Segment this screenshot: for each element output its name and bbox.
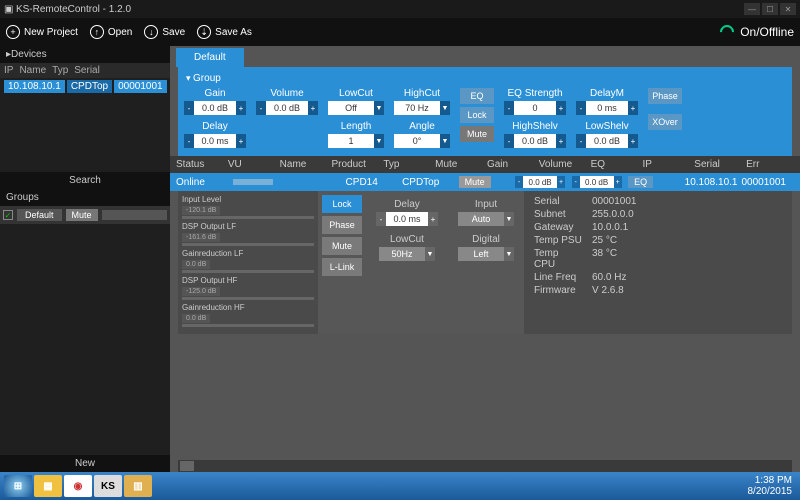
xover-button[interactable]: XOver	[648, 114, 682, 130]
devices-header[interactable]: ▸ Devices	[0, 46, 170, 63]
app-icon: ▣	[4, 4, 13, 15]
explorer-icon[interactable]: ▦	[34, 475, 62, 497]
device-columns: IPNameTypSerial	[0, 63, 170, 78]
connection-icon	[717, 22, 737, 42]
groups-header: Groups	[0, 189, 170, 206]
tab-default[interactable]: Default	[176, 48, 244, 67]
detail-lowcut-select[interactable]: 50Hz▼	[379, 247, 435, 261]
mute-button[interactable]: Mute	[460, 126, 494, 142]
meters: Input Level-120.1 dB DSP Output LF-161.6…	[178, 191, 318, 334]
lowshelv-spinner[interactable]: -0.0 dB+	[576, 134, 638, 148]
device-info: Serial00001001 Subnet255.0.0.0 Gateway10…	[524, 191, 647, 334]
row-gain-spinner[interactable]: -0.0 dB+	[515, 176, 565, 188]
max-button[interactable]: ☐	[762, 3, 778, 15]
clock[interactable]: 1:38 PM8/20/2015	[748, 475, 797, 497]
detail-digital-select[interactable]: Left▼	[458, 247, 514, 261]
delaym-spinner[interactable]: -0 ms+	[576, 101, 638, 115]
new-group-button[interactable]: New	[0, 455, 170, 472]
start-button[interactable]: ⊞	[4, 475, 32, 497]
detail-llink-button[interactable]: L-Link	[322, 258, 362, 276]
min-button[interactable]: —	[744, 3, 760, 15]
save-as-button[interactable]: ⇣Save As	[197, 25, 252, 39]
row-eq-button[interactable]: EQ	[628, 176, 653, 188]
detail-phase-button[interactable]: Phase	[322, 216, 362, 234]
close-button[interactable]: ✕	[780, 3, 796, 15]
detail-delay-spinner[interactable]: -0.0 ms+	[376, 212, 438, 226]
group-mute-button[interactable]: Mute	[66, 209, 98, 221]
new-project-button[interactable]: +New Project	[6, 25, 78, 39]
table-row[interactable]: Online CPD14 CPDTop Mute -0.0 dB+ -0.0 d…	[170, 173, 800, 191]
sidebar: ▸ Devices IPNameTypSerial 10.108.10.1 CP…	[0, 46, 170, 472]
h-scrollbar[interactable]	[178, 460, 792, 472]
group-row[interactable]: ✓ Default Mute	[0, 206, 170, 224]
app-icon-2[interactable]: ▥	[124, 475, 152, 497]
ks-app-icon[interactable]: KS	[94, 475, 122, 497]
detail-input-select[interactable]: Auto▼	[458, 212, 514, 226]
row-mute-button[interactable]: Mute	[459, 176, 491, 188]
onoffline-button[interactable]: On/Offline	[740, 25, 794, 39]
length-select[interactable]: 1▼	[328, 134, 384, 148]
taskbar: ⊞ ▦ ◉ KS ▥ 1:38 PM8/20/2015	[0, 472, 800, 500]
delay-spinner[interactable]: -0.0 ms+	[184, 134, 246, 148]
table-header: StatusVUNameProductTypMuteGainVolumeEQIP…	[170, 156, 800, 173]
group-label: Group	[193, 73, 221, 84]
main-panel: Default ▾ Group Gain-0.0 dB+ Volume-0.0 …	[170, 46, 800, 472]
save-button[interactable]: ↓Save	[144, 25, 185, 39]
detail-mute-button[interactable]: Mute	[322, 237, 362, 255]
lowcut-select[interactable]: Off▼	[328, 101, 384, 115]
highshelv-spinner[interactable]: -0.0 dB+	[504, 134, 566, 148]
check-icon[interactable]: ✓	[3, 210, 13, 220]
volume-spinner[interactable]: -0.0 dB+	[256, 101, 318, 115]
lock-button[interactable]: Lock	[460, 107, 494, 123]
eqstrength-spinner[interactable]: -0+	[504, 101, 566, 115]
chrome-icon[interactable]: ◉	[64, 475, 92, 497]
detail-lock-button[interactable]: Lock	[322, 195, 362, 213]
angle-select[interactable]: 0°▼	[394, 134, 450, 148]
highcut-select[interactable]: 70 Hz▼	[394, 101, 450, 115]
titlebar: ▣ KS-RemoteControl - 1.2.0 — ☐ ✕	[0, 0, 800, 18]
phase-button[interactable]: Phase	[648, 88, 682, 104]
open-button[interactable]: ↑Open	[90, 25, 132, 39]
group-panel: ▾ Group Gain-0.0 dB+ Volume-0.0 dB+ Dela…	[178, 67, 792, 156]
search-button[interactable]: Search	[0, 172, 170, 189]
device-row[interactable]: 10.108.10.1 CPDTop 00001001	[0, 78, 170, 95]
row-volume-spinner[interactable]: -0.0 dB+	[572, 176, 622, 188]
eq-button[interactable]: EQ	[460, 88, 494, 104]
gain-spinner[interactable]: -0.0 dB+	[184, 101, 246, 115]
window-title: KS-RemoteControl - 1.2.0	[16, 4, 131, 15]
detail-panel: Input Level-120.1 dB DSP Output LF-161.6…	[178, 191, 792, 334]
toolbar: +New Project ↑Open ↓Save ⇣Save As On/Off…	[0, 18, 800, 46]
